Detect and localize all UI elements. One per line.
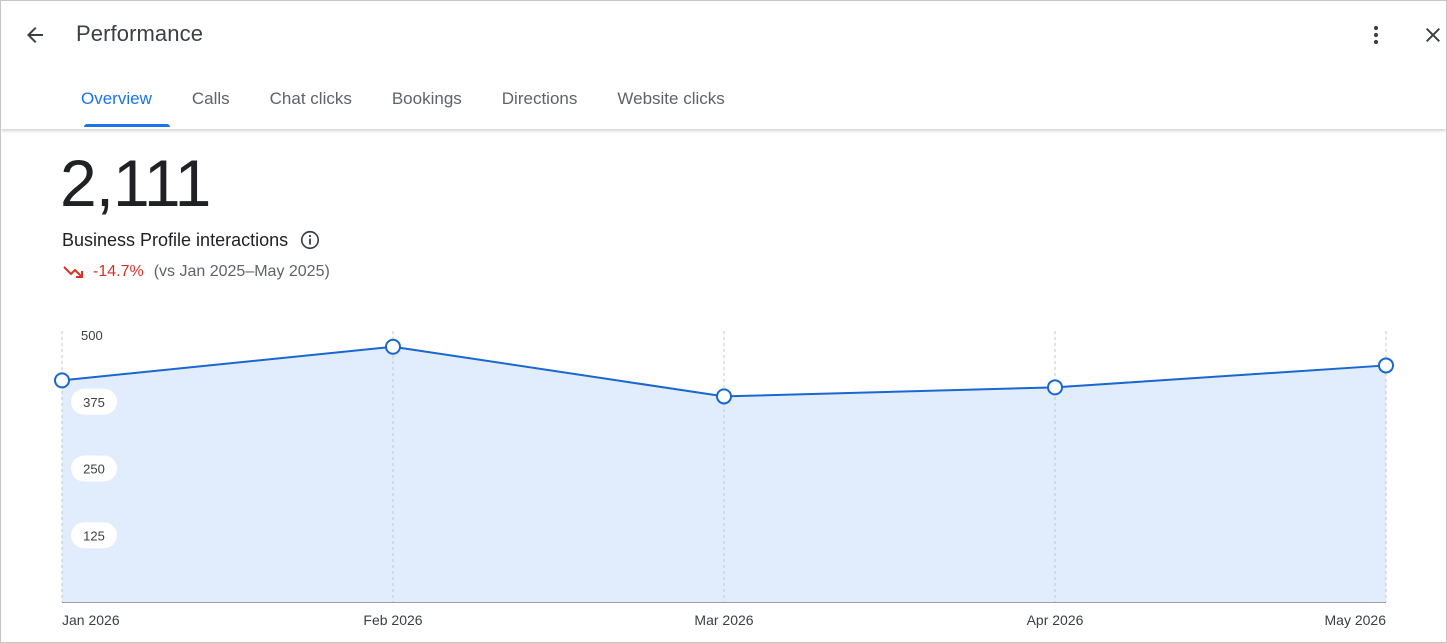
x-tick-label: Mar 2026 xyxy=(694,612,753,628)
panel-header: Performance Overview Calls Chat clicks B… xyxy=(1,1,1446,129)
more-vert-icon xyxy=(1373,25,1379,45)
close-icon xyxy=(1426,28,1440,42)
interactions-chart: 500 375 250 125 Jan 2026 Feb 2026 Mar 2026 Apr … xyxy=(54,328,1394,628)
tab-overview[interactable]: Overview xyxy=(61,71,172,129)
chart-data-point[interactable] xyxy=(1378,357,1394,374)
more-options-button[interactable] xyxy=(1359,17,1393,53)
arrow-back-icon xyxy=(27,27,43,43)
tab-website-clicks[interactable]: Website clicks xyxy=(597,71,744,129)
tab-bar: Overview Calls Chat clicks Bookings Dire… xyxy=(61,71,745,129)
tab-chat-clicks[interactable]: Chat clicks xyxy=(250,71,372,129)
chart-data-point[interactable] xyxy=(385,338,401,355)
y-tick-label: 500 xyxy=(81,328,103,343)
close-button[interactable] xyxy=(1415,17,1446,53)
x-tick-label: Apr 2026 xyxy=(1027,612,1084,628)
page-title: Performance xyxy=(76,21,204,46)
x-tick-label: Feb 2026 xyxy=(363,612,422,628)
tab-directions[interactable]: Directions xyxy=(482,71,598,129)
x-tick-label: Jan 2026 xyxy=(62,612,120,628)
chart-data-point[interactable] xyxy=(1047,379,1063,396)
tab-calls[interactable]: Calls xyxy=(172,71,250,129)
y-tick-label: 125 xyxy=(83,528,105,543)
chart-data-point[interactable] xyxy=(54,372,70,389)
back-button[interactable] xyxy=(17,17,53,53)
overview-content: 2,111 Business Profile interactions -14.… xyxy=(1,129,1446,642)
chart-data-point[interactable] xyxy=(716,388,732,405)
tab-bookings[interactable]: Bookings xyxy=(372,71,482,129)
performance-panel: Performance Overview Calls Chat clicks B… xyxy=(0,0,1447,643)
y-tick-label: 375 xyxy=(83,395,105,410)
x-tick-label: May 2026 xyxy=(1325,612,1387,628)
y-tick-label: 250 xyxy=(83,462,105,477)
